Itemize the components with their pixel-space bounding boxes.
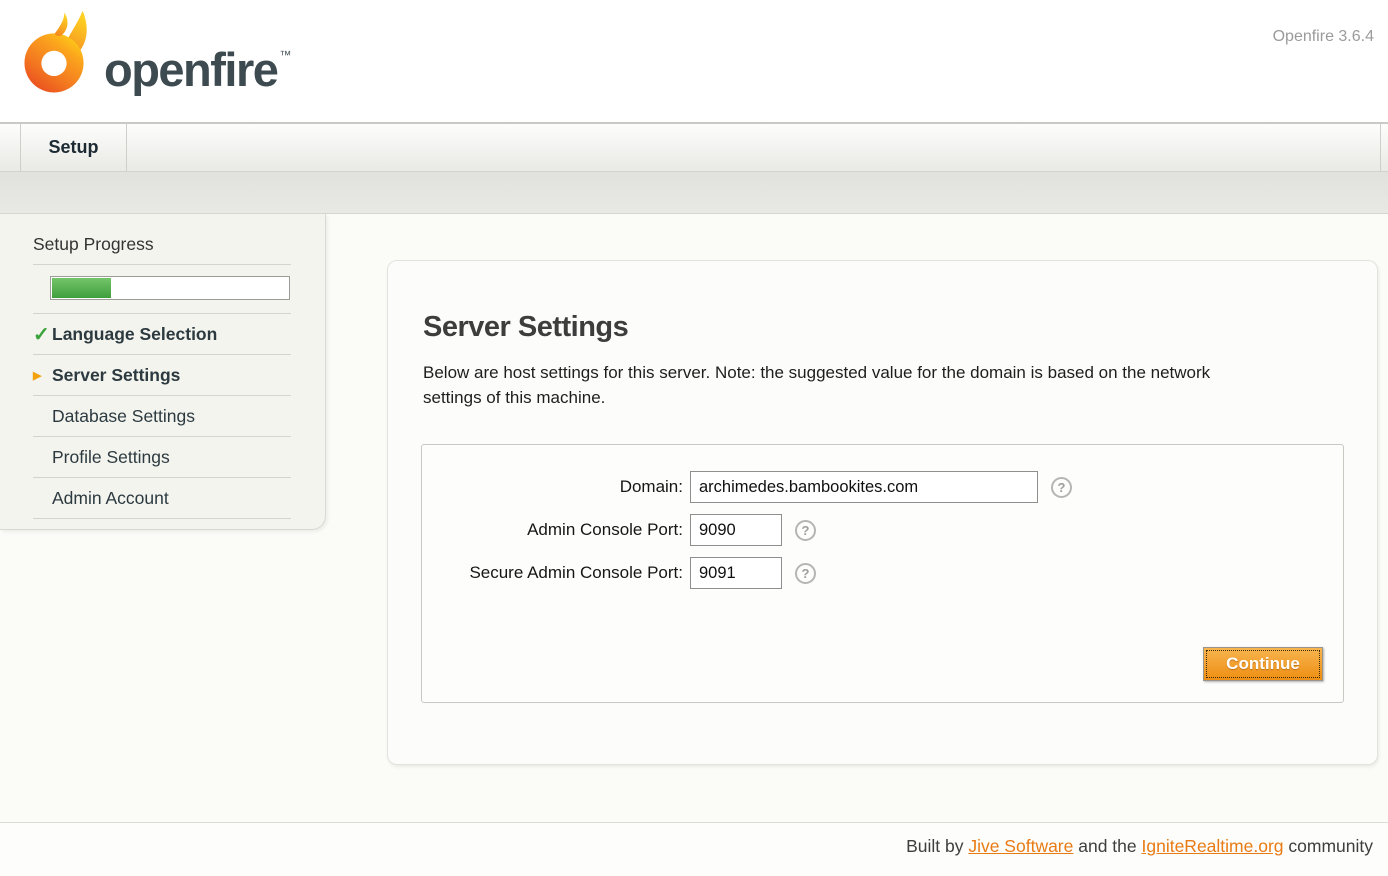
main-panel: Server Settings Below are host settings … (387, 260, 1378, 765)
sidebar-item-label: Admin Account (52, 488, 169, 509)
form-row-admin-port: Admin Console Port: ? (422, 514, 1343, 546)
progress-bar-wrap (33, 265, 291, 314)
domain-help-icon[interactable]: ? (1051, 477, 1072, 498)
continue-button[interactable]: Continue (1203, 647, 1323, 681)
footer-text-middle: and the (1073, 836, 1141, 856)
page-description: Below are host settings for this server.… (423, 361, 1243, 410)
sidebar-item-label: Language Selection (52, 324, 217, 345)
setup-progress-title: Setup Progress (33, 234, 291, 265)
openfire-wordmark: openfire (104, 46, 277, 93)
footer-text-prefix: Built by (906, 836, 968, 856)
tab-separator (1380, 124, 1381, 171)
admin-console-port-input[interactable] (690, 514, 782, 546)
check-icon: ✓ (33, 322, 50, 347)
domain-label: Domain: (422, 477, 690, 497)
sidebar-item-server-settings: ▶ Server Settings (33, 355, 291, 396)
progress-bar (50, 276, 290, 300)
jive-software-link[interactable]: Jive Software (968, 836, 1073, 856)
form-row-secure-port: Secure Admin Console Port: ? (422, 557, 1343, 589)
page-title: Server Settings (423, 311, 1377, 344)
footer: Built by Jive Software and the IgniteRea… (0, 822, 1388, 876)
domain-input[interactable] (690, 471, 1038, 503)
sidebar-item-label: Database Settings (52, 406, 195, 427)
progress-fill (52, 278, 111, 298)
sidebar-item-label: Profile Settings (52, 447, 170, 468)
secure-admin-console-port-input[interactable] (690, 557, 782, 589)
sidebar-item-admin-account: Admin Account (33, 478, 291, 519)
secure-port-help-icon[interactable]: ? (795, 563, 816, 584)
content-area: Setup Progress ✓ Language Selection ▶ Se… (0, 214, 1388, 822)
admin-port-help-icon[interactable]: ? (795, 520, 816, 541)
trademark-symbol: ™ (279, 48, 291, 62)
sidebar-item-label: Server Settings (52, 365, 180, 386)
subnav-bar (0, 172, 1388, 214)
form-row-domain: Domain: ? (422, 471, 1343, 503)
openfire-logo: openfire ™ (14, 6, 291, 106)
igniterealtime-link[interactable]: IgniteRealtime.org (1142, 836, 1284, 856)
flame-icon (14, 6, 94, 106)
sidebar-item-database-settings: Database Settings (33, 396, 291, 437)
tab-bar: Setup (0, 122, 1388, 172)
admin-console-port-label: Admin Console Port: (422, 520, 690, 540)
secure-admin-console-port-label: Secure Admin Console Port: (422, 563, 690, 583)
setup-progress-panel: Setup Progress ✓ Language Selection ▶ Se… (0, 214, 326, 530)
server-settings-form: Domain: ? Admin Console Port: ? Secure A… (421, 444, 1344, 703)
version-label: Openfire 3.6.4 (1273, 28, 1374, 46)
tab-setup[interactable]: Setup (20, 124, 127, 171)
current-step-arrow-icon: ▶ (33, 369, 41, 382)
header: openfire ™ Openfire 3.6.4 (0, 0, 1388, 122)
sidebar-item-profile-settings: Profile Settings (33, 437, 291, 478)
sidebar-item-language-selection: ✓ Language Selection (33, 314, 291, 355)
footer-text-suffix: community (1284, 836, 1373, 856)
